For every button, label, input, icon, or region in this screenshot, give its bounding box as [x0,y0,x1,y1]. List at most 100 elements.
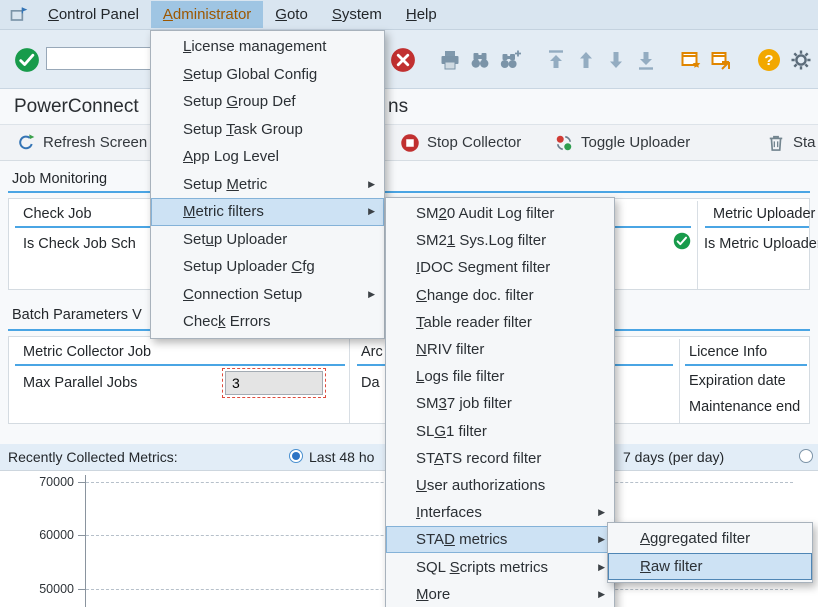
menu-item-label: License management [183,38,326,55]
print-icon[interactable] [437,47,463,73]
last-page-icon[interactable] [633,47,659,73]
column-header-underline [15,364,345,366]
menu-item-label: App Log Level [183,148,279,165]
menu-item-change-doc-filter[interactable]: Change doc. filter [386,282,614,309]
page-title-fragment: ns [388,96,408,118]
delete-button[interactable]: Sta [766,125,816,160]
help-icon[interactable]: ? [756,47,782,73]
menu-item-label: Setup Uploader Cfg [183,258,315,275]
menu-item-app-log-level[interactable]: App Log Level [151,143,384,171]
menu-item-check-errors[interactable]: Check Errors [151,308,384,336]
menubar-item-control-panel[interactable]: Control Panel [36,1,151,28]
menu-item-interfaces[interactable]: Interfaces▶ [386,499,614,526]
application-toolbar: Refresh Screen Stop Collector Toggle Upl… [0,124,818,161]
menu-item-setup-metric[interactable]: Setup Metric ▶ [151,171,384,199]
menu-item-setup-uploader[interactable]: Setup Uploader [151,226,384,254]
trash-icon [766,133,786,153]
menu-item-idoc-segment-filter[interactable]: IDOC Segment filter [386,254,614,281]
metric-collector-job-header: Metric Collector Job [23,344,151,360]
check-job-column-header: Check Job [23,206,92,222]
page-up-icon[interactable] [573,47,599,73]
find-next-icon[interactable] [497,47,523,73]
menu-item-slg1-filter[interactable]: SLG1 filter [386,418,614,445]
page-down-icon[interactable] [603,47,629,73]
seven-days-label[interactable]: 7 days (per day) [623,449,724,465]
menubar-item-administrator[interactable]: Administrator [151,1,263,28]
refresh-screen-button[interactable]: Refresh Screen [16,125,147,160]
menu-item-stats-record-filter[interactable]: STATS record filter [386,445,614,472]
menubar-item-help[interactable]: Help [394,1,449,28]
find-icon[interactable] [467,47,493,73]
menubar-item-system[interactable]: System [320,1,394,28]
y-axis-tick [78,535,85,536]
menu-item-sm37-job-filter[interactable]: SM37 job filter [386,390,614,417]
menu-item-label: Metric filters [183,203,264,220]
menu-item-label: Setup Task Group [183,121,303,138]
menu-item-label: Setup Uploader [183,231,287,248]
third-option-radio[interactable] [799,449,813,463]
menu-item-label: Change doc. filter [416,287,534,304]
menu-item-connection-setup[interactable]: Connection Setup▶ [151,281,384,309]
menu-item-setup-task-group[interactable]: Setup Task Group [151,116,384,144]
submenu-arrow-icon: ▶ [368,206,375,217]
menu-item-table-reader-filter[interactable]: Table reader filter [386,309,614,336]
menu-item-sql-scripts-metrics[interactable]: SQL Scripts metrics▶ [386,553,614,580]
menu-item-setup-group-def[interactable]: Setup Group Def [151,88,384,116]
create-shortcut-icon[interactable] [708,47,734,73]
menu-item-label: Logs file filter [416,368,504,385]
column-divider [349,339,350,423]
stop-collector-label: Stop Collector [427,134,521,151]
recently-collected-metrics-label: Recently Collected Metrics: [8,449,178,465]
stop-collector-button[interactable]: Stop Collector [400,125,521,160]
section-underline [8,191,810,193]
delete-button-label: Sta [793,134,816,151]
menu-item-nriv-filter[interactable]: NRIV filter [386,336,614,363]
menu-item-setup-uploader-cfg[interactable]: Setup Uploader Cfg [151,253,384,281]
menu-item-label: Setup Metric [183,176,267,193]
green-check-icon [673,232,691,250]
submenu-arrow-icon: ▶ [368,289,375,300]
column-header-underline [685,364,807,366]
is-check-job-scheduled-row[interactable]: Is Check Job Sch [23,236,136,252]
last-48-hours-label[interactable]: Last 48 ho [309,449,374,465]
menu-item-label: Help [406,6,437,23]
new-session-icon[interactable] [678,47,704,73]
cancel-icon[interactable] [390,47,416,73]
menu-item-user-authorizations[interactable]: User authorizations [386,472,614,499]
maintenance-end-row: Maintenance end [689,399,800,415]
last-48-hours-radio[interactable] [289,449,303,463]
menu-item-label: Table reader filter [416,314,532,331]
is-metric-uploader-row[interactable]: Is Metric Uploader [704,236,818,252]
max-parallel-jobs-input[interactable] [225,371,323,395]
menu-item-sm21-sys-log-filter[interactable]: SM21 Sys.Log filter [386,227,614,254]
menubar-item-goto[interactable]: Goto [263,1,320,28]
column-divider [679,339,680,423]
administrator-menu: License management Setup Global Config Set… [150,30,385,339]
menu-item-label: SM21 Sys.Log filter [416,232,546,249]
menu-item-metric-filters[interactable]: Metric filters ▶ [151,198,384,226]
enter-icon[interactable] [14,47,40,73]
sap-window: Control Panel Administrator GotoSystem Help… [0,0,818,607]
menu-item-license-management[interactable]: License management [151,33,384,61]
batch-parameters-section-title: Batch Parameters V [12,307,142,323]
menu-item-more[interactable]: More▶ [386,581,614,607]
page-title: PowerConnect [14,96,139,118]
menu-item-setup-global-config[interactable]: Setup Global Config [151,61,384,89]
menu-item-logs-file-filter[interactable]: Logs file filter [386,363,614,390]
menu-item-stad-metrics[interactable]: STAD metrics▶ [386,526,614,553]
control-panel-menu-icon[interactable] [8,4,30,26]
y-axis-tick-label: 50000 [28,582,74,596]
toggle-uploader-button[interactable]: Toggle Uploader [554,125,690,160]
menu-item-label: Setup Group Def [183,93,296,110]
refresh-screen-label: Refresh Screen [43,134,147,151]
menu-item-aggregated-filter[interactable]: Aggregated filter [608,525,812,553]
menu-item-raw-filter[interactable]: Raw filter [608,553,812,581]
metric-filters-submenu: SM20 Audit Log filter SM21 Sys.Log filter… [385,197,615,607]
menu-bar: Control Panel Administrator GotoSystem Help [0,0,818,30]
first-page-icon[interactable] [543,47,569,73]
menu-item-label: IDOC Segment filter [416,259,550,276]
menu-item-sm20-audit-log-filter[interactable]: SM20 Audit Log filter [386,200,614,227]
menu-item-label: Administrator [163,6,251,23]
customize-icon[interactable] [788,47,814,73]
submenu-arrow-icon: ▶ [368,179,375,190]
